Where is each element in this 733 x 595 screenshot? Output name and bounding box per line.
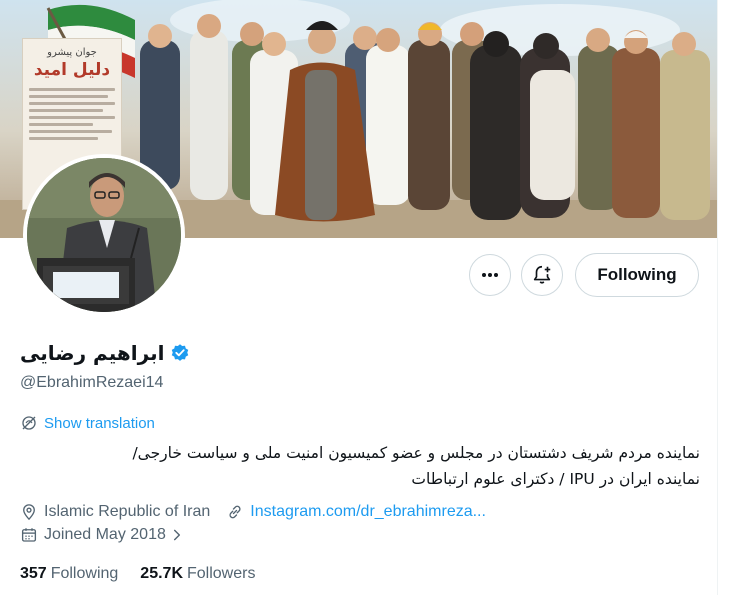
user-handle: @EbrahimRezaei14 bbox=[20, 374, 164, 391]
following-count: 357 bbox=[20, 565, 47, 582]
location-text: Islamic Republic of Iran bbox=[44, 503, 211, 520]
poster-line1: جوان پیشرو bbox=[47, 47, 97, 58]
location-item: Islamic Republic of Iran bbox=[20, 503, 210, 521]
following-stat[interactable]: 357 Following bbox=[20, 565, 118, 583]
bio-line-1: نماینده مردم شریف دشتستان در مجلس و عضو … bbox=[132, 444, 700, 462]
link-icon bbox=[229, 505, 241, 519]
bell-plus-icon bbox=[533, 265, 551, 284]
more-horizontal-icon bbox=[482, 273, 498, 277]
location-pin-icon bbox=[23, 504, 35, 521]
verified-badge-icon[interactable] bbox=[170, 343, 190, 363]
chevron-right-icon[interactable] bbox=[170, 528, 184, 542]
website-item[interactable]: Instagram.com/dr_ebrahimreza... bbox=[226, 503, 486, 521]
followers-stat[interactable]: 25.7K Followers bbox=[140, 565, 255, 583]
followers-count: 25.7K bbox=[140, 565, 183, 582]
avatar-photo bbox=[27, 158, 181, 312]
following-button[interactable]: Following bbox=[575, 253, 699, 297]
poster-line2: دلیل امید bbox=[33, 60, 111, 80]
poster-text-block bbox=[29, 88, 115, 140]
followers-label: Followers bbox=[187, 565, 256, 582]
translate-globe-icon bbox=[22, 416, 36, 430]
profile-avatar[interactable] bbox=[23, 154, 185, 316]
display-name: ابراهیم رضایی bbox=[20, 341, 165, 365]
joined-item: Joined May 2018 bbox=[20, 526, 166, 544]
show-translation-row[interactable]: Show translation bbox=[20, 414, 155, 432]
profile-meta-row: Islamic Republic of Iran Instagram.com/d… bbox=[20, 503, 486, 521]
joined-row: Joined May 2018 bbox=[20, 526, 184, 544]
notifications-button[interactable] bbox=[521, 254, 563, 296]
website-link[interactable]: Instagram.com/dr_ebrahimreza... bbox=[250, 503, 486, 521]
column-border bbox=[717, 0, 718, 595]
show-translation-link[interactable]: Show translation bbox=[44, 415, 155, 432]
profile-bio: نماینده مردم شریف دشتستان در مجلس و عضو … bbox=[20, 440, 700, 492]
calendar-icon bbox=[21, 528, 37, 542]
bio-line-2: نماینده ایران در IPU / دکترای علوم ارتبا… bbox=[411, 470, 700, 488]
more-options-button[interactable] bbox=[469, 254, 511, 296]
joined-text: Joined May 2018 bbox=[44, 526, 166, 543]
name-row: ابراهیم رضایی bbox=[20, 338, 190, 368]
following-label: Following bbox=[50, 565, 119, 582]
follow-stats: 357 Following 25.7K Followers bbox=[20, 565, 255, 583]
